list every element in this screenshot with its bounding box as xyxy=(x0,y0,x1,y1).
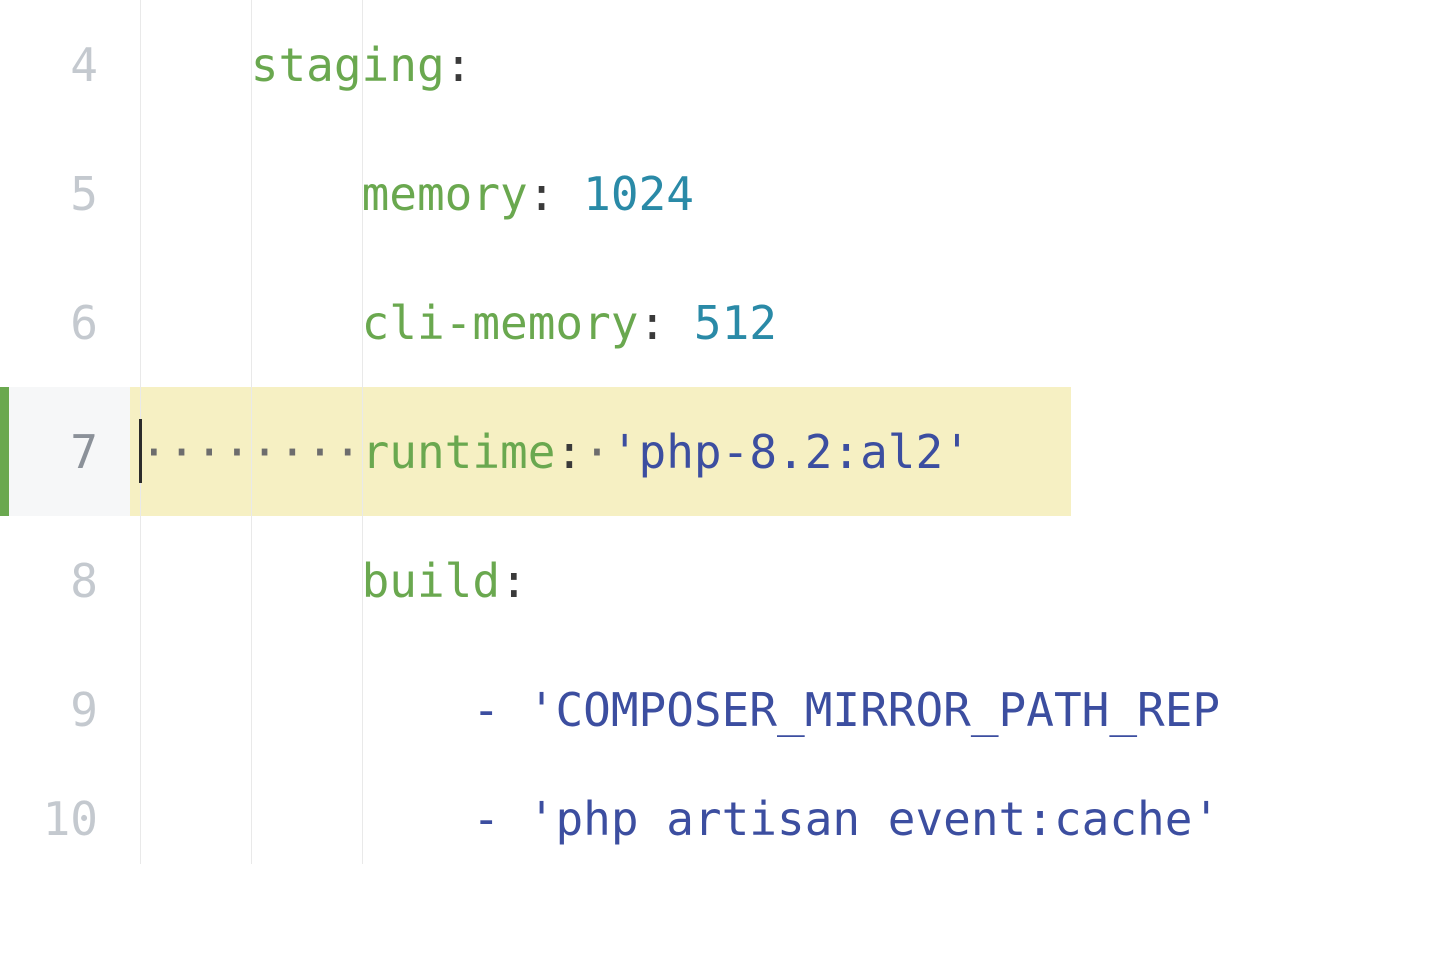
token-colon: : xyxy=(528,167,556,221)
token-plain xyxy=(500,683,528,737)
token-key: build xyxy=(362,554,500,608)
token-key: staging xyxy=(251,38,445,92)
code-text: memory: 1024 xyxy=(140,167,694,221)
token-colon: : xyxy=(445,38,473,92)
line-number: 5 xyxy=(0,129,130,258)
token-colon: : xyxy=(555,425,583,479)
code-content-area[interactable]: build: xyxy=(130,516,1432,645)
token-str: 'php-8.2:al2' xyxy=(611,425,971,479)
code-content-area[interactable]: - 'COMPOSER_MIRROR_PATH_REP xyxy=(130,645,1432,774)
code-line[interactable]: 6 cli-memory: 512 xyxy=(0,258,1432,387)
token-key: memory xyxy=(362,167,528,221)
token-plain xyxy=(666,296,694,350)
text-cursor xyxy=(139,419,142,483)
token-key: cli-memory xyxy=(362,296,639,350)
token-str: 'php artisan event:cache' xyxy=(528,792,1220,846)
token-colon: : xyxy=(639,296,667,350)
active-line-marker xyxy=(0,387,9,516)
token-ws: · xyxy=(583,425,611,479)
code-content-area[interactable]: ········runtime:·'php-8.2:al2' xyxy=(130,387,1432,516)
code-text: - 'php artisan event:cache' xyxy=(140,792,1220,846)
token-key: runtime xyxy=(362,425,556,479)
line-number: 7 xyxy=(0,387,130,516)
token-num: 1024 xyxy=(583,167,694,221)
code-editor[interactable]: 4 staging:5 memory: 10246 cli-memory: 51… xyxy=(0,0,1432,955)
token-dash: - xyxy=(472,683,500,737)
code-content-area[interactable]: cli-memory: 512 xyxy=(130,258,1432,387)
code-content-area[interactable]: memory: 1024 xyxy=(130,129,1432,258)
code-content-area[interactable]: - 'php artisan event:cache' xyxy=(130,774,1432,864)
code-line[interactable]: 10 - 'php artisan event:cache' xyxy=(0,774,1432,864)
code-text: - 'COMPOSER_MIRROR_PATH_REP xyxy=(140,683,1220,737)
code-text: staging: xyxy=(140,38,472,92)
whitespace-dots: ········ xyxy=(140,425,362,479)
line-number: 9 xyxy=(0,645,130,774)
code-line[interactable]: 5 memory: 1024 xyxy=(0,129,1432,258)
token-dash: - xyxy=(472,792,500,846)
line-number: 8 xyxy=(0,516,130,645)
code-line[interactable]: 7········runtime:·'php-8.2:al2' xyxy=(0,387,1432,516)
code-text: cli-memory: 512 xyxy=(140,296,777,350)
token-str: 'COMPOSER_MIRROR_PATH_REP xyxy=(528,683,1220,737)
line-number: 6 xyxy=(0,258,130,387)
token-plain xyxy=(555,167,583,221)
line-number: 4 xyxy=(0,0,130,129)
code-text: build: xyxy=(140,554,528,608)
code-line[interactable]: 9 - 'COMPOSER_MIRROR_PATH_REP xyxy=(0,645,1432,774)
code-text: ········runtime:·'php-8.2:al2' xyxy=(140,425,971,479)
token-plain xyxy=(500,792,528,846)
code-line[interactable]: 4 staging: xyxy=(0,0,1432,129)
code-content-area[interactable]: staging: xyxy=(130,0,1432,129)
line-number: 10 xyxy=(0,774,130,864)
token-num: 512 xyxy=(694,296,777,350)
code-line[interactable]: 8 build: xyxy=(0,516,1432,645)
token-colon: : xyxy=(500,554,528,608)
